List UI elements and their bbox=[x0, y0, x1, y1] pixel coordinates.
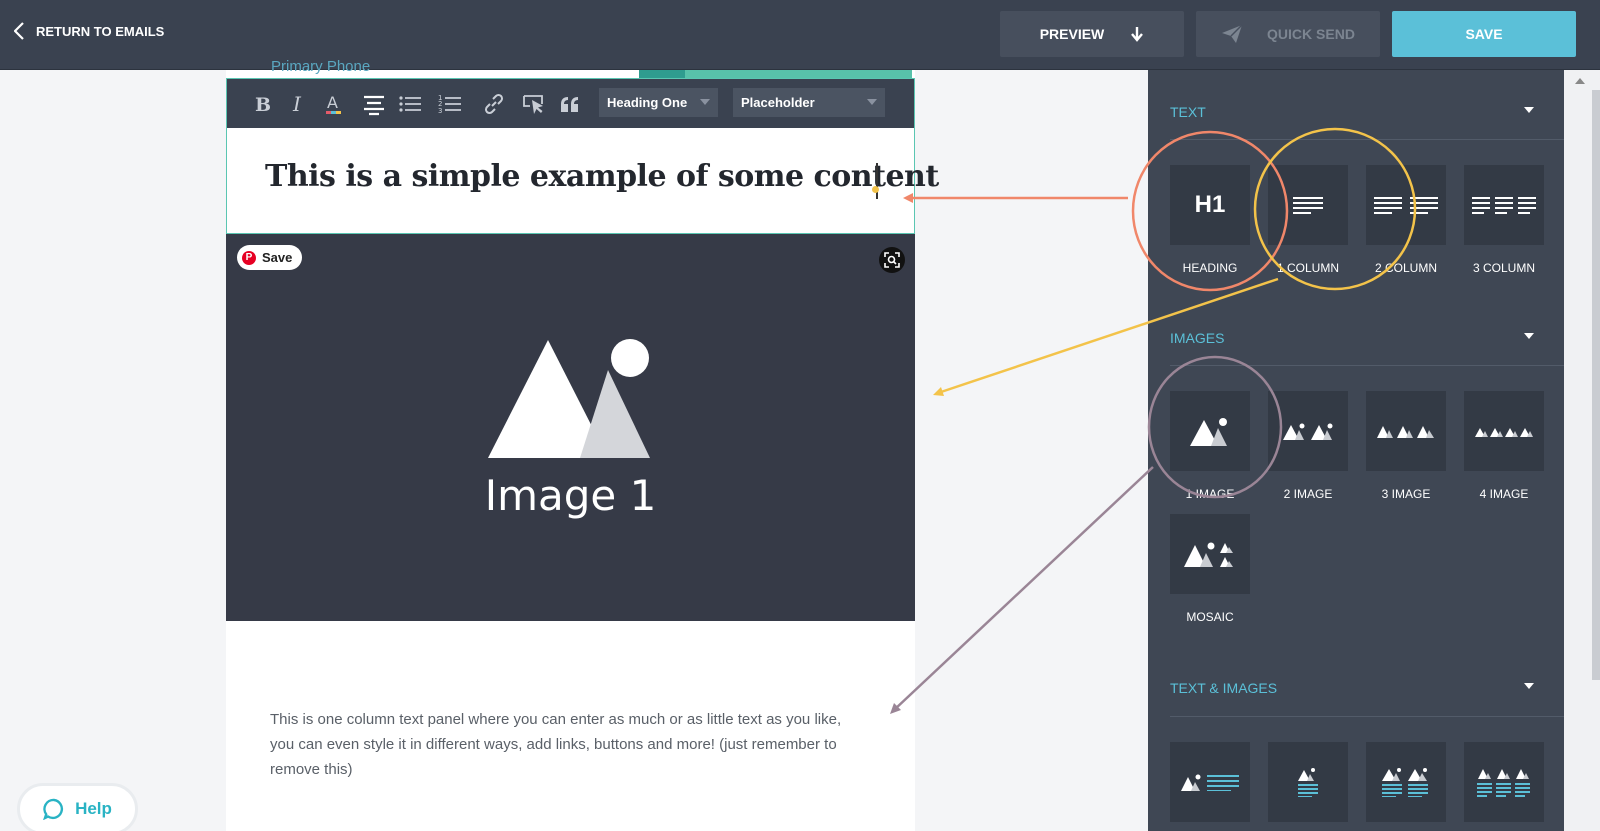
chevron-down-icon[interactable] bbox=[1524, 683, 1534, 689]
three-image-text-tile[interactable] bbox=[1464, 742, 1544, 822]
paper-plane-icon bbox=[1222, 24, 1243, 43]
heading-content[interactable]: This is a simple example of some content bbox=[265, 159, 939, 194]
three-column-tile-label: 3 COLUMN bbox=[1472, 261, 1535, 275]
one-image-tile-label: 1 IMAGE bbox=[1185, 487, 1235, 501]
scrollbar-thumb[interactable] bbox=[1592, 90, 1600, 680]
svg-text:I: I bbox=[292, 92, 302, 116]
three-column-tile[interactable] bbox=[1464, 165, 1544, 245]
two-column-icon bbox=[1374, 197, 1438, 214]
blocks-sidebar: TEXT H1 HEADING 1 COLUMN 2 COLUMN 3 COLU… bbox=[1148, 70, 1564, 831]
help-button[interactable]: Help bbox=[17, 783, 138, 831]
chevron-down-icon[interactable] bbox=[1524, 107, 1534, 113]
quick-send-label: QUICK SEND bbox=[1267, 26, 1355, 42]
pinterest-icon: P bbox=[242, 250, 256, 265]
text-images-section-title[interactable]: TEXT & IMAGES bbox=[1170, 680, 1277, 696]
heading-tile-glyph: H1 bbox=[1194, 191, 1226, 218]
two-image-tile-label: 2 IMAGE bbox=[1283, 487, 1333, 501]
top-bar: RETURN TO EMAILS PREVIEW QUICK SEND SAVE bbox=[0, 0, 1600, 70]
three-image-tile[interactable] bbox=[1366, 391, 1446, 471]
chevron-left-icon bbox=[14, 22, 24, 40]
heading-tile[interactable]: H1 bbox=[1170, 165, 1250, 245]
text-section-title[interactable]: TEXT bbox=[1170, 104, 1206, 120]
image-left-text-tile[interactable] bbox=[1170, 742, 1250, 822]
section-divider bbox=[1170, 139, 1564, 140]
preview-label: PREVIEW bbox=[1039, 26, 1105, 42]
text-style-select[interactable]: Heading One bbox=[599, 88, 718, 117]
heading-tile-label: HEADING bbox=[1182, 261, 1238, 275]
scroll-up-icon[interactable] bbox=[1575, 78, 1585, 84]
placeholder-select[interactable]: Placeholder bbox=[733, 88, 885, 117]
placeholder-value: Placeholder bbox=[741, 95, 815, 110]
image-above-text-icon bbox=[1298, 768, 1318, 797]
one-image-icon bbox=[1190, 418, 1227, 446]
peek-bar-accent bbox=[685, 70, 912, 78]
mosaic-icon bbox=[1184, 542, 1233, 567]
text-cursor bbox=[876, 163, 878, 199]
chevron-down-icon bbox=[700, 99, 710, 105]
images-section-title[interactable]: IMAGES bbox=[1170, 330, 1224, 346]
help-label: Help bbox=[75, 799, 112, 818]
cursor-marker bbox=[872, 186, 879, 193]
four-image-tile-label: 4 IMAGE bbox=[1479, 487, 1529, 501]
align-center-icon[interactable] bbox=[361, 91, 387, 117]
one-column-icon bbox=[1293, 197, 1323, 214]
return-to-emails-button[interactable]: RETURN TO EMAILS bbox=[14, 22, 164, 40]
image-above-text-tile[interactable] bbox=[1268, 742, 1348, 822]
svg-text:A: A bbox=[327, 93, 338, 112]
heading-editor-block[interactable]: B I A 123 Heading One Placeholder This i… bbox=[226, 78, 939, 234]
text-toolbar: B I A 123 Heading One Placeholder bbox=[227, 79, 914, 128]
insert-button-icon[interactable] bbox=[521, 91, 547, 117]
link-icon[interactable] bbox=[481, 91, 507, 117]
two-image-text-icon bbox=[1382, 768, 1428, 797]
two-image-text-tile[interactable] bbox=[1366, 742, 1446, 822]
arrow-down-icon bbox=[1131, 27, 1144, 42]
text-color-icon[interactable]: A bbox=[321, 91, 347, 117]
italic-icon[interactable]: I bbox=[285, 91, 311, 117]
text-style-value: Heading One bbox=[607, 95, 688, 110]
annotation-arrow-purple bbox=[893, 466, 1154, 711]
return-to-emails-label: RETURN TO EMAILS bbox=[36, 23, 165, 39]
image-label: Image 1 bbox=[484, 471, 657, 520]
bold-icon[interactable]: B bbox=[249, 91, 275, 117]
two-column-tile[interactable] bbox=[1366, 165, 1446, 245]
quote-icon[interactable] bbox=[557, 91, 583, 117]
image-left-text-icon bbox=[1181, 774, 1239, 791]
annotation-arrowhead-yellow bbox=[933, 387, 944, 396]
section-divider bbox=[1170, 716, 1564, 717]
svg-text:3: 3 bbox=[438, 107, 442, 115]
one-column-tile[interactable] bbox=[1268, 165, 1348, 245]
save-label: SAVE bbox=[1465, 26, 1503, 42]
one-image-tile[interactable] bbox=[1170, 391, 1250, 471]
preview-button[interactable]: PREVIEW bbox=[1000, 11, 1184, 57]
four-image-tile[interactable] bbox=[1464, 391, 1544, 471]
svg-text:B: B bbox=[255, 94, 271, 116]
pinterest-save-button[interactable]: P Save bbox=[237, 245, 303, 270]
pin-save-label: Save bbox=[262, 250, 293, 265]
chevron-down-icon[interactable] bbox=[1524, 333, 1534, 339]
quick-send-button[interactable]: QUICK SEND bbox=[1196, 11, 1380, 57]
visual-search-icon[interactable] bbox=[879, 247, 905, 273]
three-column-icon bbox=[1472, 197, 1536, 214]
chevron-down-icon bbox=[867, 99, 877, 105]
three-image-icon bbox=[1377, 426, 1434, 438]
two-image-tile[interactable] bbox=[1268, 391, 1348, 471]
image-placeholder-icon bbox=[488, 339, 650, 458]
peek-field-label: Primary Phone bbox=[271, 58, 371, 74]
two-image-icon bbox=[1283, 423, 1333, 440]
mosaic-tile-label: MOSAIC bbox=[1186, 610, 1234, 624]
numbered-list-icon[interactable]: 123 bbox=[437, 91, 463, 117]
two-column-tile-label: 2 COLUMN bbox=[1374, 261, 1437, 275]
save-button[interactable]: SAVE bbox=[1392, 11, 1576, 57]
bullet-list-icon[interactable] bbox=[397, 91, 423, 117]
body-text-panel[interactable]: This is one column text panel where you … bbox=[270, 707, 860, 782]
chat-bubble-icon bbox=[43, 798, 64, 820]
three-image-text-icon bbox=[1477, 769, 1530, 797]
three-image-tile-label: 3 IMAGE bbox=[1381, 487, 1431, 501]
four-image-icon bbox=[1475, 427, 1533, 437]
one-column-tile-label: 1 COLUMN bbox=[1276, 261, 1339, 275]
image-block[interactable]: P Save Image 1 bbox=[226, 234, 915, 621]
mosaic-tile[interactable] bbox=[1170, 514, 1250, 594]
section-divider bbox=[1170, 365, 1564, 366]
